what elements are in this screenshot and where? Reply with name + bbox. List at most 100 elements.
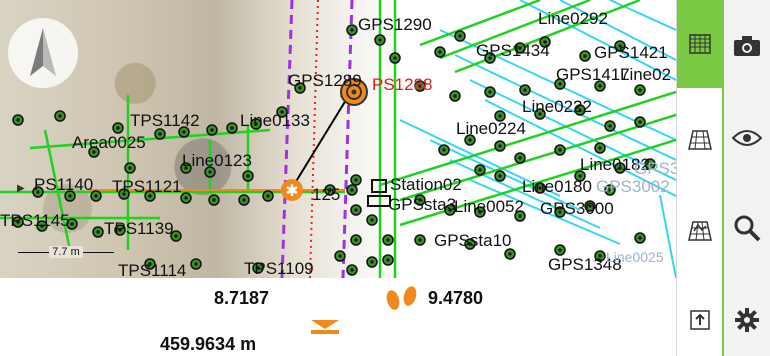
map-label[interactable]: Station02 (390, 176, 462, 193)
map-label[interactable]: Line0133 (240, 112, 310, 129)
upload-icon (690, 310, 710, 330)
survey-point-center (438, 50, 442, 54)
survey-point-center (638, 88, 642, 92)
survey-point-center (378, 38, 382, 42)
map-label[interactable]: TPS1114 (118, 262, 186, 278)
survey-point-center (212, 198, 216, 202)
camera-button[interactable] (724, 18, 770, 74)
survey-point-center (498, 144, 502, 148)
settings-button[interactable] (724, 290, 770, 350)
survey-point-center (393, 56, 397, 60)
map-label[interactable]: GPS1289 (288, 72, 362, 89)
measurement-panel: 8.7187 9.4780 459.9634 m (0, 278, 676, 356)
survey-point-center (210, 128, 214, 132)
map-label[interactable]: GPS1434 (476, 42, 550, 59)
map-label[interactable]: GPS1421 (594, 44, 668, 61)
survey-point-center (354, 238, 358, 242)
elevation-icon (307, 316, 343, 341)
map-view[interactable]: ✱ GPS1290 Line0292 GPS1434 GPS1421 GPS14… (0, 0, 676, 278)
survey-point-center (350, 28, 354, 32)
map-label[interactable]: Area0025 (72, 134, 146, 151)
survey-point-center (608, 124, 612, 128)
expand-arrow-icon[interactable]: ▶ (17, 183, 25, 194)
survey-point-center (518, 156, 522, 160)
survey-point-center (242, 198, 246, 202)
map-label[interactable]: Line0292 (538, 10, 608, 27)
map-label[interactable]: GPS3000 (540, 200, 614, 217)
terrain-grid-icon (688, 221, 712, 241)
perspective-grid-icon (688, 130, 712, 150)
survey-point-center (194, 262, 198, 266)
value-left: 8.7187 (214, 288, 270, 308)
survey-point-center (442, 148, 446, 152)
visibility-button[interactable] (724, 110, 770, 166)
survey-point-center (94, 194, 98, 198)
distance-value: 459.9634 m (160, 334, 257, 354)
survey-point-center (386, 258, 390, 262)
map-label[interactable]: Line0025 (606, 250, 664, 264)
survey-point-center (370, 260, 374, 264)
map-label[interactable]: Line0224 (456, 120, 526, 137)
map-label[interactable]: Line02 (620, 66, 671, 83)
perspective-grid-button[interactable] (677, 100, 723, 180)
survey-point-center (583, 54, 587, 58)
survey-point-center (498, 174, 502, 178)
tool-rail (676, 0, 723, 356)
survey-point-center (184, 196, 188, 200)
survey-point-center (468, 138, 472, 142)
survey-point-center (174, 234, 178, 238)
map-label[interactable]: TPS1139 (104, 220, 174, 237)
settings-gear-icon (735, 308, 759, 332)
map-label[interactable]: TPS1121 (112, 178, 182, 195)
map-label[interactable]: 125 (312, 186, 340, 203)
survey-point-center (386, 238, 390, 242)
map-label[interactable]: PS1140 (34, 176, 93, 193)
north-compass-icon[interactable] (8, 18, 78, 88)
survey-point-center (370, 218, 374, 222)
current-position-marker[interactable]: ✱ (281, 179, 303, 201)
map-label[interactable]: GPS3004 (634, 160, 676, 177)
map-label[interactable]: GPSsta3 (388, 196, 456, 213)
map-label[interactable]: TPS1142 (130, 112, 200, 129)
survey-point-center (458, 34, 462, 38)
svg-text:✱: ✱ (285, 181, 298, 200)
map-label[interactable]: Line0222 (522, 98, 592, 115)
survey-point-center (230, 126, 234, 130)
eye-icon (732, 130, 762, 146)
survey-point-center (558, 248, 562, 252)
map-label[interactable]: GPS1290 (358, 16, 432, 33)
upload-button[interactable] (677, 290, 723, 350)
footsteps-icon (380, 284, 424, 319)
survey-point-center (246, 174, 250, 178)
map-label-selected[interactable]: PS1288 (372, 76, 433, 93)
map-label[interactable]: Line0123 (182, 152, 252, 169)
survey-point-center (558, 148, 562, 152)
map-label[interactable]: Line0180 (522, 178, 592, 195)
scale-bar: 7.7 m (18, 246, 114, 260)
survey-point-center (498, 114, 502, 118)
survey-point-center (453, 94, 457, 98)
map-label[interactable]: Line0052 (454, 198, 524, 215)
map-label[interactable]: GPSsta10 (434, 232, 512, 249)
terrain-grid-button[interactable] (677, 190, 723, 270)
purple-dashed-lines (280, 0, 354, 278)
survey-point-center (523, 88, 527, 92)
scale-label: 7.7 m (49, 246, 83, 258)
survey-point-center (418, 238, 422, 242)
survey-point-center (478, 168, 482, 172)
search-icon (734, 215, 761, 242)
survey-point-center (70, 222, 74, 226)
survey-point-center (508, 252, 512, 256)
survey-point-center (266, 194, 270, 198)
survey-point-center (488, 90, 492, 94)
search-button[interactable] (724, 196, 770, 260)
grid-map-button[interactable] (677, 0, 723, 88)
survey-point-center (350, 268, 354, 272)
survey-point-center (598, 84, 602, 88)
map-label[interactable]: GPS3002 (596, 178, 670, 195)
map-label[interactable]: TPS1109 (244, 260, 314, 277)
map-label[interactable]: TPS1145 (0, 212, 70, 229)
survey-point-center (208, 170, 212, 174)
map-label[interactable]: GPS1417 (556, 66, 630, 83)
red-dotted-line (309, 0, 319, 278)
